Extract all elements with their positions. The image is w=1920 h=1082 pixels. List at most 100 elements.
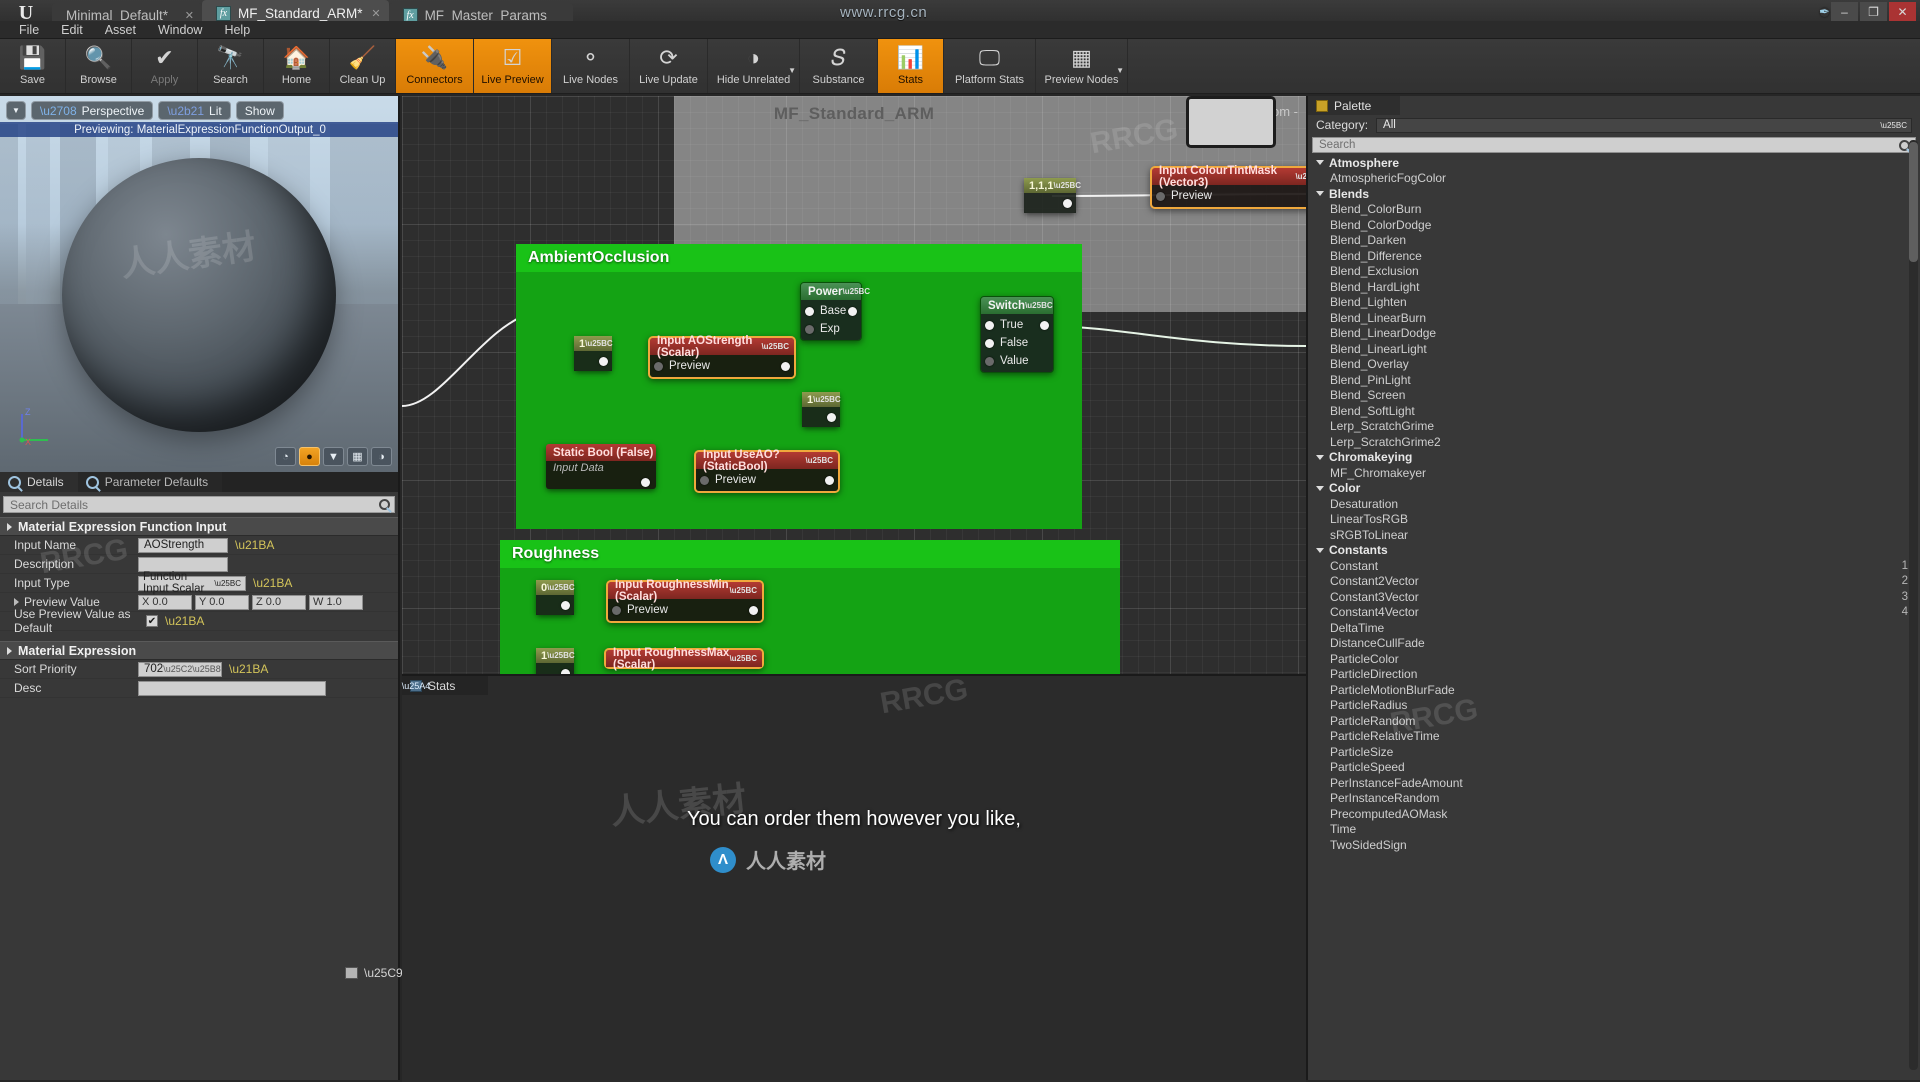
grid-toggle-button[interactable]: ▦ <box>347 447 368 466</box>
palette-item[interactable]: LinearTosRGB <box>1308 512 1920 528</box>
expander-icon[interactable] <box>14 598 19 606</box>
chevron-down-icon[interactable]: \u25BC <box>585 339 613 348</box>
menu-item-help[interactable]: Help <box>213 21 261 39</box>
material-graph-canvas[interactable]: MF_Standard_ARM Zoom - AmbientOcclusion … <box>402 96 1306 674</box>
palette-item[interactable]: ParticleSpeed <box>1308 760 1920 776</box>
output-pin[interactable] <box>1040 320 1049 330</box>
palette-item[interactable]: ParticleDirection <box>1308 667 1920 683</box>
chevron-down-icon[interactable]: \u25BC <box>547 651 575 660</box>
close-button[interactable]: ✕ <box>1889 2 1916 22</box>
search-details-input[interactable] <box>10 497 310 512</box>
output-pin[interactable] <box>561 600 570 610</box>
description-field[interactable] <box>138 556 228 572</box>
toolbar-home-button[interactable]: 🏠 Home <box>264 39 330 93</box>
toolbar-live-nodes-button[interactable]: ⚬ Live Nodes <box>552 39 630 93</box>
output-pin[interactable] <box>827 412 836 422</box>
menu-item-edit[interactable]: Edit <box>50 21 94 39</box>
reset-icon[interactable]: \u21BA <box>229 662 268 676</box>
palette-item[interactable]: DistanceCullFade <box>1308 636 1920 652</box>
menu-item-asset[interactable]: Asset <box>94 21 147 39</box>
preview-value-y[interactable]: Y 0.0 <box>195 594 249 610</box>
toolbar-save-button[interactable]: 💾 Save <box>0 39 66 93</box>
palette-item[interactable]: Blend_LinearDodge <box>1308 326 1920 342</box>
palette-item[interactable]: Blend_LinearLight <box>1308 341 1920 357</box>
section-material-expression[interactable]: Material Expression <box>0 641 398 660</box>
node-pin-row[interactable]: Preview <box>650 357 794 375</box>
search-icon[interactable] <box>379 499 390 510</box>
node-input-roughnessmax[interactable]: Input RoughnessMax (Scalar) \u25BC <box>604 647 764 671</box>
node-pin-row[interactable]: Exp <box>801 320 861 338</box>
palette-item[interactable]: ParticleRelativeTime <box>1308 729 1920 745</box>
chevron-down-icon[interactable]: \u25BC <box>729 586 757 595</box>
palette-item[interactable]: Blend_Screen <box>1308 388 1920 404</box>
palette-list[interactable]: Atmosphere AtmosphericFogColor Blends Blend… <box>1308 155 1920 1075</box>
output-pin[interactable] <box>825 475 834 485</box>
toolbar-platform-stats-button[interactable]: 🖵 Platform Stats <box>944 39 1036 93</box>
palette-group-atmosphere[interactable]: Atmosphere <box>1308 155 1920 171</box>
preview-value-z[interactable]: Z 0.0 <box>252 594 306 610</box>
node-switch[interactable]: Switch \u25BC True False Value <box>980 296 1054 373</box>
palette-item[interactable]: MF_Chromakeyer <box>1308 465 1920 481</box>
shape-dropdown-button[interactable]: ▼ <box>323 447 344 466</box>
node-static-bool[interactable]: Static Bool (False) Input Data <box>546 444 656 489</box>
category-dropdown[interactable]: All \u25BC <box>1376 117 1912 133</box>
palette-item[interactable]: Blend_Lighten <box>1308 295 1920 311</box>
toolbar-search-button[interactable]: 🔭 Search <box>198 39 264 93</box>
toolbar-live-preview-button[interactable]: ☑ Live Preview <box>474 39 552 93</box>
palette-item[interactable]: AtmosphericFogColor <box>1308 171 1920 187</box>
palette-group-chromakeying[interactable]: Chromakeying <box>1308 450 1920 466</box>
chevron-down-icon[interactable]: \u25BC <box>1053 181 1081 190</box>
palette-item[interactable]: Desaturation <box>1308 496 1920 512</box>
use-preview-value-checkbox[interactable]: ✔ <box>146 615 158 627</box>
palette-item[interactable]: ParticleMotionBlurFade <box>1308 682 1920 698</box>
output-pin[interactable] <box>641 478 650 487</box>
toolbar-stats-button[interactable]: 📊 Stats <box>878 39 944 93</box>
toolbar-connectors-button[interactable]: 🔌 Connectors <box>396 39 474 93</box>
toolbar-browse-button[interactable]: 🔍 Browse <box>66 39 132 93</box>
palette-item[interactable]: Blend_PinLight <box>1308 372 1920 388</box>
node-input-useao[interactable]: Input UseAO? (StaticBool) \u25BC Preview <box>694 449 840 493</box>
comment-box-roughness[interactable]: Roughness <box>500 540 1120 674</box>
reset-icon[interactable]: \u21BA <box>253 576 292 590</box>
node-input-aostrength[interactable]: Input AOStrength (Scalar) \u25BC Preview <box>648 335 796 379</box>
input-pin[interactable] <box>985 338 994 348</box>
palette-item[interactable]: Blend_Overlay <box>1308 357 1920 373</box>
node-pin-row[interactable]: Preview <box>1152 187 1306 205</box>
list-view-icon[interactable] <box>345 967 358 979</box>
viewport-perspective-button[interactable]: \u2708 Perspective <box>30 101 154 120</box>
chevron-down-icon[interactable]: \u25BC <box>1295 172 1306 181</box>
palette-item[interactable]: Blend_SoftLight <box>1308 403 1920 419</box>
palette-item[interactable]: sRGBToLinear <box>1308 527 1920 543</box>
palette-item[interactable]: Constant3Vector 3 <box>1308 589 1920 605</box>
preview-sphere-mesh[interactable] <box>62 158 336 432</box>
tab-palette[interactable]: Palette <box>1308 96 1400 115</box>
node-const-0[interactable]: 0 \u25BC <box>536 580 575 615</box>
node-pin-row[interactable]: Value <box>981 352 1053 370</box>
toolbar-live-update-button[interactable]: ⟳ Live Update <box>630 39 708 93</box>
sort-priority-field[interactable]: 702 \u25C2\u25B8 <box>138 661 222 677</box>
viewport-viewmode-button[interactable]: \u2b21 Lit <box>158 101 231 120</box>
palette-item[interactable]: ParticleColor <box>1308 651 1920 667</box>
preview-value-w[interactable]: W 1.0 <box>309 594 363 610</box>
chevron-down-icon[interactable]: \u25BC <box>805 456 833 465</box>
output-pin[interactable] <box>848 306 857 316</box>
palette-scrollbar-thumb[interactable] <box>1909 142 1918 262</box>
palette-item[interactable]: Constant 1 <box>1308 558 1920 574</box>
palette-item[interactable]: Time <box>1308 822 1920 838</box>
palette-item[interactable]: ParticleRadius <box>1308 698 1920 714</box>
background-button[interactable]: ◑ <box>371 447 392 466</box>
input-pin[interactable] <box>985 356 994 366</box>
preview-viewport[interactable]: Previewing: MaterialExpressionFunctionOu… <box>0 96 400 472</box>
chevron-down-icon[interactable]: \u25BC <box>843 287 871 296</box>
output-pin[interactable] <box>1063 198 1072 208</box>
preview-sphere-button[interactable]: ● <box>299 447 320 466</box>
input-pin[interactable] <box>700 475 709 485</box>
chevron-down-icon[interactable]: \u25BC <box>547 583 575 592</box>
node-input-colourtintmask[interactable]: Input ColourTintMask (Vector3) \u25BC Pr… <box>1150 165 1306 209</box>
toolbar-apply-button[interactable]: ✔ Apply <box>132 39 198 93</box>
palette-item[interactable]: ParticleSize <box>1308 744 1920 760</box>
output-pin[interactable] <box>749 605 758 615</box>
chevron-down-icon[interactable]: \u25BC <box>1025 301 1053 310</box>
maximize-button[interactable]: ❐ <box>1860 2 1887 22</box>
palette-scrollbar-track[interactable] <box>1909 140 1918 1070</box>
